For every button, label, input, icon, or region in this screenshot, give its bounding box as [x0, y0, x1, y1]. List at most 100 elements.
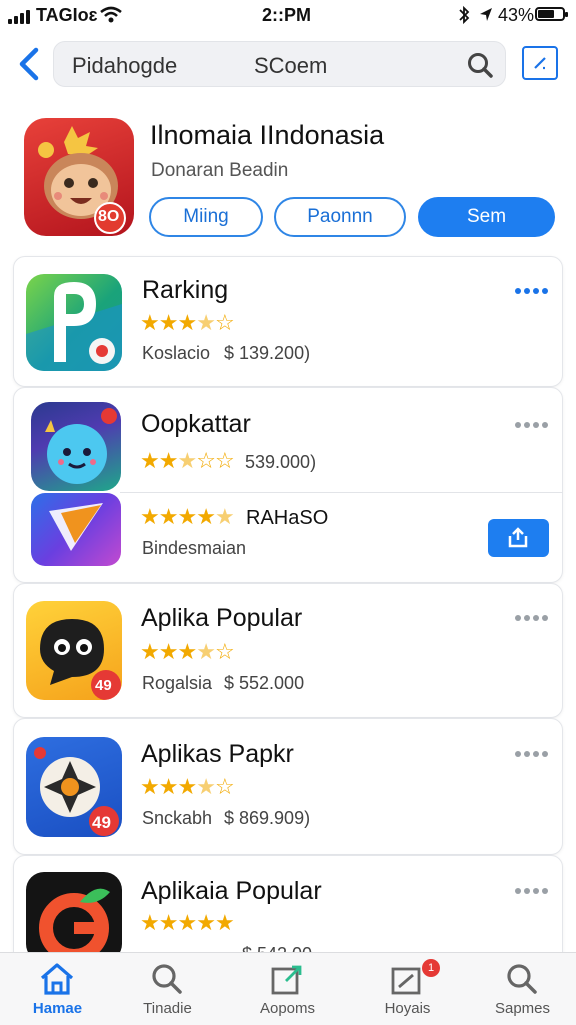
- star-icon: ★: [140, 774, 160, 799]
- tab-label: Aopoms: [259, 1000, 316, 1017]
- tab-search-1[interactable]: Tinadie: [110, 953, 225, 1025]
- rating-stars: ★★★★★: [140, 504, 235, 530]
- app-title: Aplika Popular: [141, 604, 303, 632]
- edit-icon: [534, 57, 546, 70]
- tab-label: Hoyais: [384, 1000, 431, 1017]
- star-icon: ☆: [196, 448, 216, 473]
- rating-stars: ★★★☆☆: [140, 448, 235, 474]
- app-icon-aplikaia-popular[interactable]: [26, 872, 122, 962]
- app-badge: 49: [92, 813, 111, 832]
- star-icon: ☆: [214, 774, 235, 799]
- star-icon: ☆: [214, 448, 235, 473]
- app-inline-title: RAHaSO: [246, 507, 329, 529]
- star-icon: ★: [140, 504, 160, 529]
- star-icon: ★: [196, 504, 216, 529]
- app-meta-label: Rogalsia: [142, 673, 213, 693]
- more-options-icon[interactable]: [515, 888, 549, 898]
- star-icon: ☆: [214, 639, 235, 664]
- updates-icon: [391, 967, 421, 995]
- tab-updates[interactable]: 1 Hoyais: [350, 953, 465, 1025]
- app-meta-price: 539.000): [245, 452, 317, 472]
- filter-button-1[interactable]: Miing: [149, 197, 263, 237]
- status-bar: TAGIoɛ 2::PM 43%: [0, 0, 576, 32]
- more-options-icon[interactable]: [515, 288, 549, 298]
- action-button[interactable]: [488, 519, 549, 557]
- carrier-name: TAGIoɛ: [36, 5, 98, 25]
- app-icon-aplika-popular[interactable]: 49: [26, 601, 122, 700]
- bluetooth-icon: [457, 5, 471, 30]
- wifi-icon: [100, 6, 122, 29]
- app-title: Rarking: [142, 276, 229, 304]
- battery-percent: 43%: [498, 5, 535, 25]
- star-icon: ★: [196, 639, 216, 664]
- tab-bar: Hamae Tinadie Aopoms 1 Hoyais Sapmes: [0, 952, 576, 1025]
- featured-app-icon[interactable]: 8O: [24, 118, 134, 236]
- star-icon: ★: [196, 774, 216, 799]
- star-icon: ★: [177, 774, 197, 799]
- featured-app-badge: 8O: [98, 208, 120, 225]
- tab-label: Sapmes: [494, 1000, 551, 1017]
- tab-apps[interactable]: Aopoms: [230, 953, 345, 1025]
- star-icon: ★: [177, 910, 197, 935]
- home-icon: [40, 963, 74, 995]
- rating-stars: ★★★★☆: [140, 774, 235, 800]
- app-title: Aplikaia Popular: [141, 877, 322, 905]
- chevron-left-icon: [19, 47, 39, 81]
- star-icon: ★: [140, 910, 160, 935]
- tab-home[interactable]: Hamae: [0, 953, 115, 1025]
- star-icon: ★: [158, 504, 179, 529]
- app-meta-label: Bindesmaian: [142, 538, 247, 558]
- compose-button[interactable]: [522, 46, 558, 80]
- star-icon: ★: [158, 310, 179, 335]
- clock: 2::PM: [262, 5, 311, 25]
- featured-app-title: Ilnomaia IIndonasia: [150, 120, 385, 150]
- app-icon-oopkattar[interactable]: [31, 402, 121, 491]
- star-icon: ★: [196, 910, 216, 935]
- star-icon: ☆: [214, 310, 235, 335]
- location-icon: [478, 5, 494, 30]
- more-options-icon[interactable]: [515, 615, 549, 625]
- search-input[interactable]: Pidahogde SCoem: [53, 41, 506, 87]
- star-icon: ★: [158, 910, 179, 935]
- more-options-icon[interactable]: [515, 422, 549, 432]
- share-icon: [508, 527, 527, 548]
- app-title: Aplikas Papkr: [141, 740, 294, 768]
- app-icon-aplikas-papkr[interactable]: 49: [26, 737, 122, 837]
- filter-button-2[interactable]: Paonnn: [274, 197, 406, 237]
- search-scope-text: SCoem: [254, 53, 328, 78]
- tab-label: Tinadie: [143, 1000, 192, 1017]
- rating-stars: ★★★★☆: [140, 639, 235, 665]
- star-icon: ★: [158, 639, 179, 664]
- more-options-icon[interactable]: [515, 751, 549, 761]
- app-meta-price: $ 139.200): [224, 343, 311, 363]
- star-icon: ★: [140, 310, 160, 335]
- battery-icon: [535, 7, 568, 21]
- star-icon: ★: [140, 448, 160, 473]
- app-icon-rahaso[interactable]: [31, 493, 121, 566]
- rating-stars: ★★★★☆: [140, 310, 235, 336]
- app-icon-rarking[interactable]: [26, 274, 122, 371]
- app-title: Oopkattar: [141, 410, 251, 438]
- apps-icon: [271, 965, 302, 995]
- tab-search-2[interactable]: Sapmes: [465, 953, 576, 1025]
- rating-stars: ★★★★★: [140, 910, 235, 936]
- search-icon[interactable]: [466, 51, 494, 79]
- search-query-text: Pidahogde: [72, 53, 178, 78]
- app-meta-label: Snckabh: [142, 808, 213, 828]
- filter-button-3[interactable]: Sem: [418, 197, 555, 237]
- star-icon: ★: [196, 310, 216, 335]
- star-icon: ★: [177, 448, 197, 473]
- star-icon: ★: [158, 448, 179, 473]
- star-icon: ★: [214, 910, 235, 935]
- app-meta-price: $ 552.000: [224, 673, 305, 693]
- tab-label: Hamae: [32, 1000, 83, 1017]
- notification-badge: 1: [422, 959, 440, 977]
- app-meta-label: Koslacio: [142, 343, 211, 363]
- star-icon: ★: [177, 310, 197, 335]
- search-icon: [507, 964, 537, 994]
- star-icon: ★: [177, 639, 197, 664]
- star-icon: ★: [158, 774, 179, 799]
- back-button[interactable]: [12, 44, 48, 84]
- star-icon: ★: [140, 639, 160, 664]
- app-meta-price: $ 869.909): [224, 808, 311, 828]
